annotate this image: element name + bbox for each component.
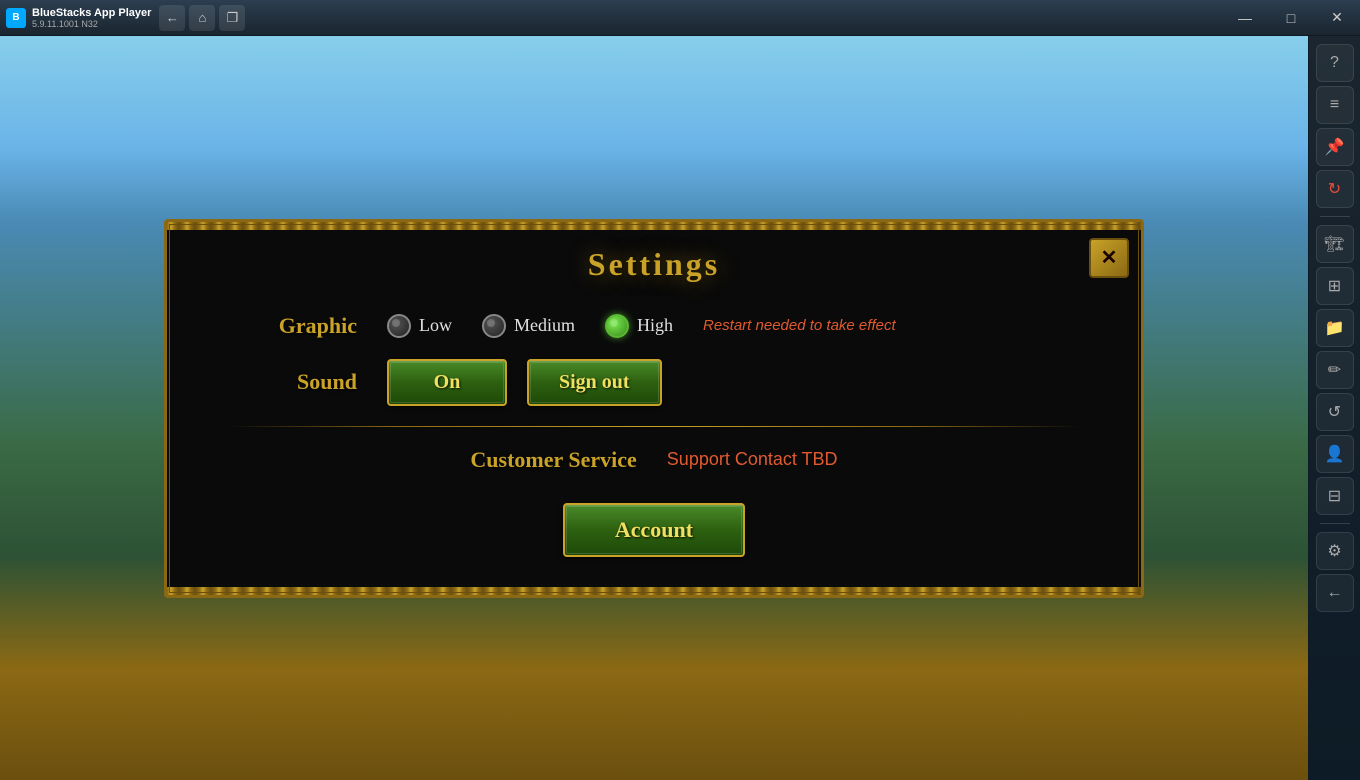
settings-button[interactable]: ⚙: [1316, 532, 1354, 570]
sound-row: Sound On Sign out: [227, 359, 1081, 406]
maximize-button[interactable]: □: [1268, 0, 1314, 36]
radio-group-graphic: Low Medium High: [387, 314, 673, 338]
account-button[interactable]: Account: [563, 503, 745, 557]
graphic-controls: Low Medium High Restart needed to take e…: [387, 314, 1081, 338]
sign-out-button[interactable]: Sign out: [527, 359, 662, 406]
layers-button[interactable]: ⊞: [1316, 267, 1354, 305]
dialog-title: Settings: [588, 246, 720, 282]
app-icon: B: [6, 8, 26, 28]
brush-button[interactable]: ✏: [1316, 351, 1354, 389]
radio-high[interactable]: High: [605, 314, 673, 338]
dialog-divider: [227, 426, 1081, 427]
sidebar-divider-2: [1320, 523, 1350, 524]
dialog-border-top: [167, 222, 1141, 230]
pin-button[interactable]: 📌: [1316, 128, 1354, 166]
dialog-close-button[interactable]: ✕: [1089, 238, 1129, 278]
stack-button[interactable]: ⊟: [1316, 477, 1354, 515]
sound-controls: On Sign out: [387, 359, 1081, 406]
back-button[interactable]: ←: [159, 5, 185, 31]
sidebar-divider-1: [1320, 216, 1350, 217]
customer-service-label: Customer Service: [470, 447, 636, 473]
customer-service-row: Customer Service Support Contact TBD: [227, 447, 1081, 473]
person-button[interactable]: 👤: [1316, 435, 1354, 473]
support-contact-text: Support Contact TBD: [667, 449, 838, 470]
radio-high-label: High: [637, 315, 673, 336]
restart-notice: Restart needed to take effect: [703, 317, 896, 334]
right-sidebar: ? ≡ 📌 ↻ 🏗 ⊞ 📁 ✏ ↺ 👤 ⊟ ⚙ ←: [1308, 36, 1360, 780]
radio-low-circle: [387, 314, 411, 338]
close-window-button[interactable]: ✕: [1314, 0, 1360, 36]
sound-label: Sound: [227, 369, 387, 395]
refresh-button[interactable]: ↻: [1316, 170, 1354, 208]
radio-low[interactable]: Low: [387, 314, 452, 338]
titlebar: B BlueStacks App Player 5.9.11.1001 N32 …: [0, 0, 1360, 36]
nav-buttons: ← ⌂ ❐: [151, 5, 253, 31]
window-button[interactable]: ❐: [219, 5, 245, 31]
graphic-label: Graphic: [227, 313, 387, 339]
app-name: BlueStacks App Player: [32, 7, 151, 19]
menu-button[interactable]: ≡: [1316, 86, 1354, 124]
folder-button[interactable]: 📁: [1316, 309, 1354, 347]
radio-medium-circle: [482, 314, 506, 338]
dialog-border-bottom: [167, 587, 1141, 595]
account-row: Account: [227, 503, 1081, 557]
radio-medium-label: Medium: [514, 315, 575, 336]
radio-low-label: Low: [419, 315, 452, 336]
window-controls: — □ ✕: [1222, 0, 1360, 36]
arrow-back-button[interactable]: ←: [1316, 574, 1354, 612]
graphic-row: Graphic Low Medium High: [227, 313, 1081, 339]
radio-medium[interactable]: Medium: [482, 314, 575, 338]
home-button[interactable]: ⌂: [189, 5, 215, 31]
radio-high-circle: [605, 314, 629, 338]
settings-dialog: Settings ✕ Graphic Low Medium: [164, 219, 1144, 598]
minimize-button[interactable]: —: [1222, 0, 1268, 36]
dialog-header: Settings ✕: [167, 230, 1141, 293]
build-button[interactable]: 🏗: [1316, 225, 1354, 263]
rotate-button[interactable]: ↺: [1316, 393, 1354, 431]
dialog-overlay: Settings ✕ Graphic Low Medium: [0, 36, 1308, 780]
app-version: 5.9.11.1001 N32: [32, 19, 151, 29]
help-button[interactable]: ?: [1316, 44, 1354, 82]
dialog-content: Graphic Low Medium High: [167, 293, 1141, 587]
sound-on-button[interactable]: On: [387, 359, 507, 406]
